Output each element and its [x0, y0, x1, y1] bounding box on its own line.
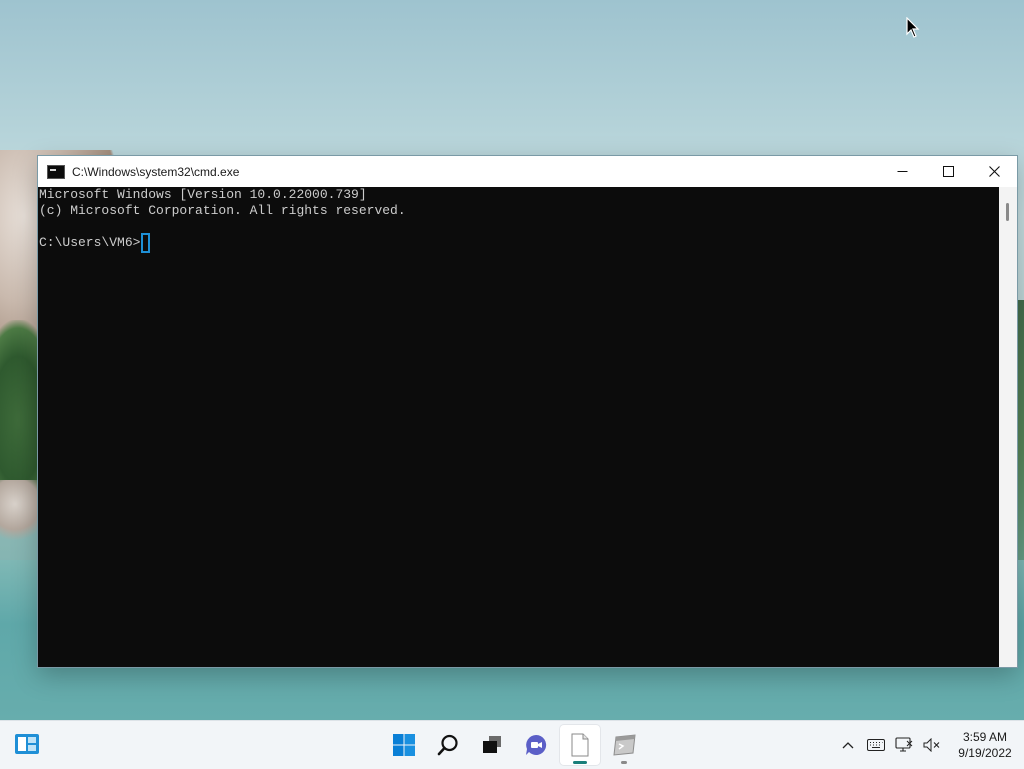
cmd-app-icon [47, 164, 65, 179]
taskbar-apps [384, 725, 644, 765]
terminal-icon [613, 734, 636, 756]
show-hidden-icons-button[interactable] [834, 730, 862, 760]
window-controls [879, 156, 1017, 187]
scrollbar-thumb[interactable] [1006, 203, 1009, 221]
network-icon [895, 737, 913, 752]
maximize-button[interactable] [925, 156, 971, 187]
clock[interactable]: 3:59 AM 9/19/2022 [946, 729, 1024, 761]
taskbar: 3:59 AM 9/19/2022 [0, 720, 1024, 769]
file-app-button[interactable] [560, 725, 600, 765]
console-prompt: C:\Users\VM6> [39, 235, 141, 250]
volume-button[interactable] [918, 730, 946, 760]
minimize-icon [897, 171, 907, 172]
widgets-button[interactable] [14, 733, 40, 755]
keyboard-icon [867, 739, 885, 751]
search-icon [437, 734, 458, 756]
search-button[interactable] [428, 725, 468, 765]
console-line: Microsoft Windows [Version 10.0.22000.73… [39, 187, 367, 202]
open-indicator [621, 761, 627, 764]
volume-muted-icon [923, 738, 940, 752]
clock-time: 3:59 AM [962, 730, 1008, 744]
input-indicator-button[interactable] [862, 730, 890, 760]
close-button[interactable] [971, 156, 1017, 187]
network-button[interactable] [890, 730, 918, 760]
maximize-icon [942, 166, 954, 177]
cmd-window[interactable]: C:\Windows\system32\cmd.exe Microsoft Wi… [38, 156, 1017, 667]
mouse-cursor-icon [906, 17, 920, 38]
console-prompt-line[interactable]: C:\Users\VM6> [38, 233, 999, 253]
document-icon [571, 733, 589, 757]
console-output[interactable]: Microsoft Windows [Version 10.0.22000.73… [38, 187, 999, 667]
chevron-up-icon [842, 742, 854, 749]
chat-icon [526, 734, 547, 755]
vertical-scrollbar[interactable] [999, 187, 1017, 667]
windows-logo-icon [393, 734, 415, 756]
start-button[interactable] [384, 725, 424, 765]
widgets-icon [15, 734, 39, 754]
console-line: (c) Microsoft Corporation. All rights re… [39, 203, 406, 218]
cmd-app-button[interactable] [604, 725, 644, 765]
minimize-button[interactable] [879, 156, 925, 187]
close-icon [988, 166, 1000, 177]
window-title: C:\Windows\system32\cmd.exe [72, 164, 240, 179]
chat-button[interactable] [516, 725, 556, 765]
window-titlebar[interactable]: C:\Windows\system32\cmd.exe [38, 156, 1017, 187]
active-indicator [573, 761, 587, 764]
clock-date: 9/19/2022 [958, 746, 1012, 760]
text-cursor [141, 233, 151, 253]
system-tray: 3:59 AM 9/19/2022 [834, 721, 1024, 769]
task-view-icon [483, 736, 501, 753]
task-view-button[interactable] [472, 725, 512, 765]
